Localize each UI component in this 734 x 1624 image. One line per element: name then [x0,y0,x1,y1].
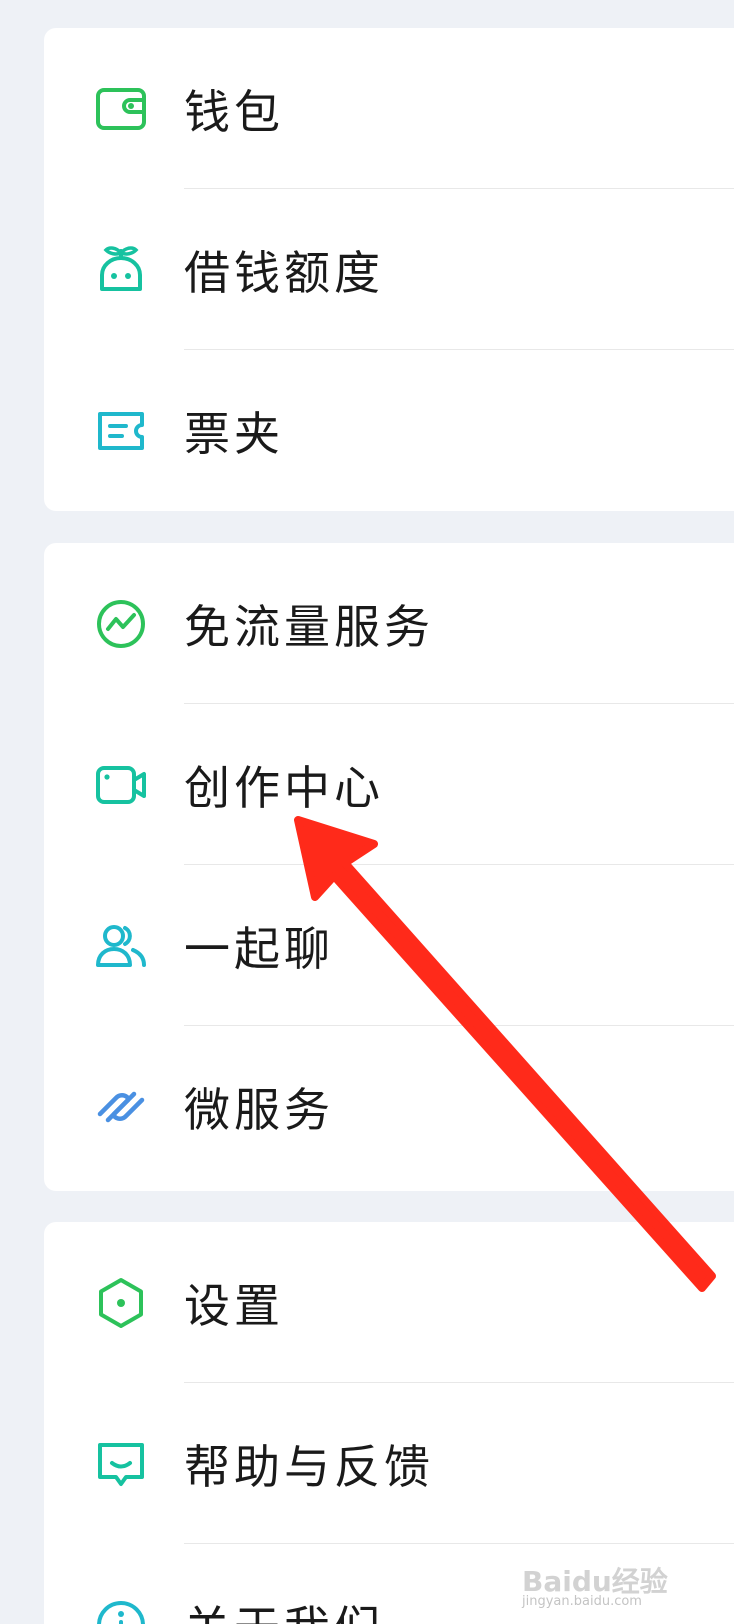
menu-group-finance: 钱包 借钱额度 票夹 [44,28,734,511]
ticket-icon [94,404,148,458]
data-free-icon [94,597,148,651]
menu-item-label: 借钱额度 [184,245,384,300]
menu-item-label: 关于我们 [184,1592,384,1624]
settings-hex-icon [94,1276,148,1330]
video-camera-icon [94,758,148,812]
menu-item-label: 免流量服务 [184,599,434,654]
menu-item-help-feedback[interactable]: 帮助与反馈 [44,1383,734,1544]
menu-group-services: 免流量服务 创作中心 一起聊 微服务 [44,543,734,1191]
menu-item-mini-service[interactable]: 微服务 [44,1026,734,1187]
menu-item-label: 钱包 [184,84,284,139]
feedback-icon [94,1437,148,1491]
wallet-icon [94,82,148,136]
menu-item-chat-together[interactable]: 一起聊 [44,865,734,1026]
watermark-url: jingyan.baidu.com [522,1594,642,1609]
mini-service-icon [94,1080,148,1134]
menu-item-wallet[interactable]: 钱包 [44,28,734,189]
users-icon [94,919,148,973]
menu-item-loan[interactable]: 借钱额度 [44,189,734,350]
menu-item-label: 设置 [184,1278,284,1333]
info-icon [94,1598,148,1624]
menu-item-label: 一起聊 [184,921,334,976]
menu-item-label: 创作中心 [184,760,384,815]
sprout-loan-icon [94,243,148,297]
watermark-logo: Baidu经验 jingyan.baidu.com [514,1542,674,1612]
menu-item-label: 帮助与反馈 [184,1439,434,1494]
settings-menu-page: 钱包 借钱额度 票夹 免流量服务 创作中心 一起聊 微服务 设置 帮助与反馈 B… [0,0,734,1624]
menu-item-label: 票夹 [184,406,284,461]
menu-item-creator-center[interactable]: 创作中心 [44,704,734,865]
menu-item-settings[interactable]: 设置 [44,1222,734,1383]
menu-item-ticket[interactable]: 票夹 [44,350,734,511]
menu-item-data-free[interactable]: 免流量服务 [44,543,734,704]
menu-item-label: 微服务 [184,1082,334,1137]
